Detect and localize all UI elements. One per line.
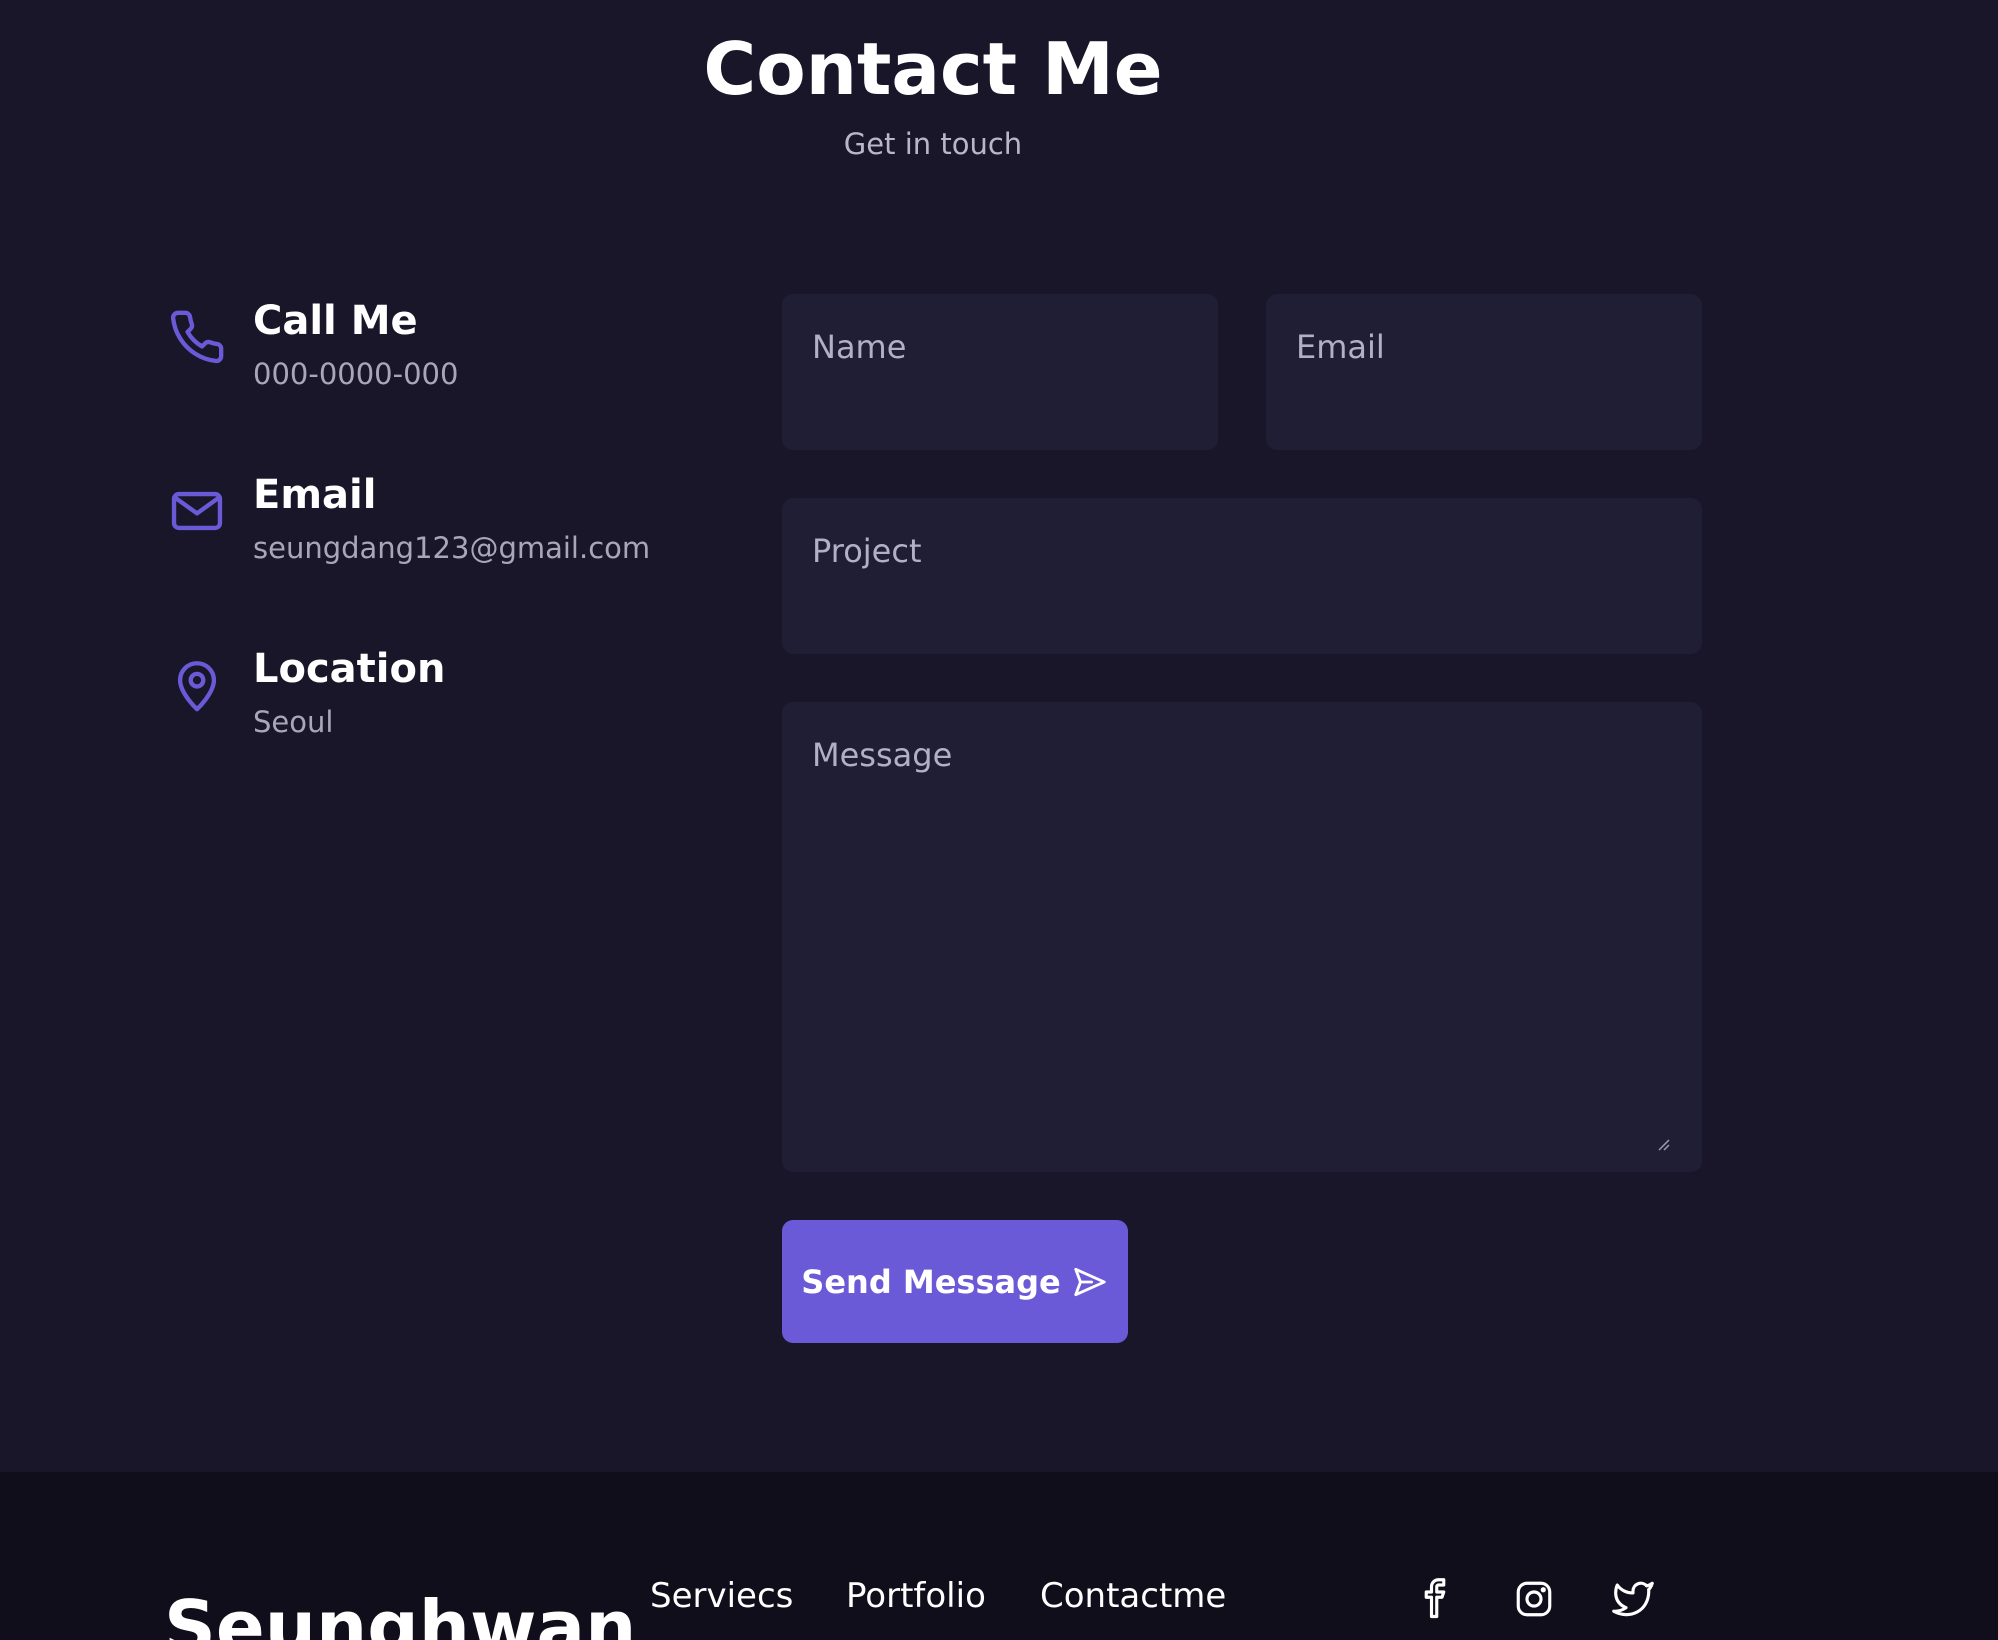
footer-brand: Seunghwan [164, 1585, 637, 1640]
contact-info-value: seungdang123@gmail.com [253, 531, 651, 565]
facebook-icon[interactable] [1414, 1578, 1456, 1620]
location-pin-icon [168, 656, 226, 714]
contact-info-value: 000-0000-000 [253, 357, 459, 391]
phone-icon [168, 308, 226, 366]
contact-info-location: Location Seoul [168, 644, 728, 764]
name-field[interactable] [812, 328, 1188, 366]
contact-info-value: Seoul [253, 705, 334, 739]
page-title: Contact Me [703, 27, 1163, 111]
contact-info-title: Call Me [253, 298, 418, 344]
email-field-container [1266, 294, 1702, 450]
contact-section: Contact Me Get in touch Call Me 000-0000… [0, 0, 1998, 1472]
send-icon [1071, 1263, 1109, 1301]
project-field[interactable] [812, 532, 1672, 570]
email-field[interactable] [1296, 328, 1672, 366]
contact-info-title: Email [253, 472, 377, 518]
contact-info-phone: Call Me 000-0000-000 [168, 296, 728, 416]
contact-info-email: Email seungdang123@gmail.com [168, 470, 728, 590]
page-subtitle: Get in touch [843, 127, 1023, 161]
mail-icon [168, 482, 226, 540]
footer-link-portfolio[interactable]: Portfolio [846, 1574, 986, 1618]
instagram-icon[interactable] [1513, 1578, 1555, 1620]
send-message-label: Send Message [801, 1262, 1061, 1301]
contact-info-title: Location [253, 646, 446, 692]
project-field-container [782, 498, 1702, 654]
footer: Seunghwan Serviecs Portfolio Contactme [0, 1472, 1998, 1640]
footer-link-services[interactable]: Serviecs [650, 1574, 793, 1618]
message-field[interactable] [812, 736, 1672, 1126]
resize-handle-icon[interactable] [1656, 1136, 1670, 1151]
twitter-icon[interactable] [1612, 1578, 1654, 1620]
footer-link-contactme[interactable]: Contactme [1040, 1574, 1226, 1618]
name-field-container [782, 294, 1218, 450]
message-field-container [782, 702, 1702, 1172]
send-message-button[interactable]: Send Message [782, 1220, 1128, 1343]
